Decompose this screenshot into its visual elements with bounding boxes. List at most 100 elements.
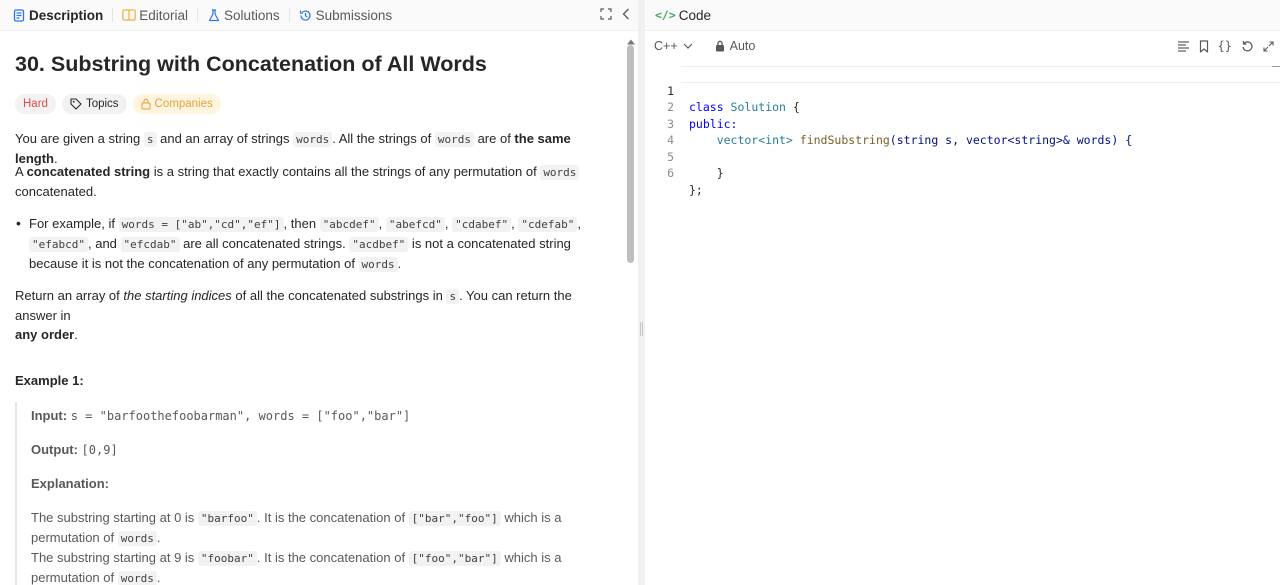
tab-editorial[interactable]: Editorial bbox=[122, 0, 188, 31]
text: . All the strings of bbox=[332, 131, 435, 146]
example-block: Input: s = "barfoothefoobarman", words =… bbox=[15, 402, 615, 585]
mode-label: Auto bbox=[729, 39, 756, 53]
example-title: Example 1: bbox=[15, 373, 84, 388]
tab-submissions-label: Submissions bbox=[315, 7, 393, 23]
text: is not a concatenated string bbox=[408, 236, 571, 251]
tab-divider bbox=[197, 8, 199, 22]
code-line: 1 class Solution { bbox=[645, 66, 1280, 114]
inline-code: words bbox=[434, 132, 474, 147]
input-label: Input: bbox=[31, 408, 68, 423]
text: . bbox=[397, 256, 402, 271]
text: permutation of bbox=[31, 530, 118, 545]
code-line: 4 bbox=[645, 116, 1280, 147]
text: . bbox=[74, 327, 78, 342]
italic-text: the starting indices bbox=[123, 288, 232, 303]
text: of all the concatenated substrings in bbox=[231, 288, 447, 303]
fullscreen-icon[interactable] bbox=[600, 7, 612, 25]
text: The substring starting at 9 is bbox=[31, 550, 198, 565]
difficulty-badge: Hard bbox=[15, 94, 56, 114]
topics-tag[interactable]: Topics bbox=[61, 94, 127, 114]
inline-code: "barfoo" bbox=[197, 511, 257, 526]
braces-icon[interactable]: {} bbox=[1218, 39, 1232, 53]
editor-actions: {} bbox=[1177, 32, 1274, 60]
text: . bbox=[156, 530, 161, 545]
code-text: }; bbox=[689, 182, 703, 197]
lock-icon bbox=[140, 98, 151, 110]
inline-code: words = ["ab","cd","ef"] bbox=[118, 217, 284, 232]
expand-icon[interactable] bbox=[1263, 40, 1274, 52]
inline-code: ["bar","foo"] bbox=[408, 511, 501, 526]
text: . bbox=[156, 570, 161, 585]
description-paragraph: A concatenated string is a string that e… bbox=[15, 162, 615, 201]
splitter-grip[interactable] bbox=[640, 322, 643, 336]
lock-icon bbox=[715, 40, 725, 52]
inline-code: words bbox=[117, 531, 157, 546]
text: , then bbox=[283, 216, 320, 231]
text: . It is the concatenation of bbox=[256, 550, 409, 565]
tab-description-label: Description bbox=[29, 7, 104, 23]
language-select[interactable]: C++ bbox=[654, 39, 693, 53]
tab-divider bbox=[112, 8, 114, 22]
text: which is a bbox=[500, 550, 562, 565]
editorial-icon bbox=[122, 8, 137, 22]
inline-code: ["foo","bar"] bbox=[408, 551, 501, 566]
auto-mode[interactable]: Auto bbox=[715, 39, 756, 53]
tab-description[interactable]: Description bbox=[12, 0, 103, 31]
text: is a string that exactly contains all th… bbox=[150, 164, 541, 179]
text: are all concatenated strings. bbox=[179, 236, 350, 251]
scrollbar-thumb[interactable] bbox=[627, 45, 634, 263]
bookmark-icon[interactable] bbox=[1199, 39, 1209, 53]
inline-code: words bbox=[117, 571, 157, 585]
inline-code: words bbox=[358, 257, 398, 272]
inline-code: "abcdef" bbox=[319, 217, 379, 232]
inline-code: words bbox=[293, 132, 333, 147]
code-icon: </> bbox=[655, 8, 676, 22]
tab-editorial-label: Editorial bbox=[139, 7, 189, 23]
panel-splitter[interactable] bbox=[638, 0, 645, 585]
line-number: 6 bbox=[667, 166, 674, 180]
example-output: Output: [0,9] bbox=[31, 440, 571, 460]
code-panel: </> Code C++ Auto {} 1 class Solution {… bbox=[645, 0, 1280, 585]
text: Return an array of bbox=[15, 288, 124, 303]
inline-code: "abefcd" bbox=[385, 217, 445, 232]
companies-tag[interactable]: Companies bbox=[132, 94, 221, 114]
reset-icon[interactable] bbox=[1241, 40, 1254, 53]
inline-code: "efcdab" bbox=[120, 237, 180, 252]
description-panel: Description Editorial Solutions Submissi… bbox=[0, 0, 638, 585]
tab-solutions[interactable]: Solutions bbox=[207, 0, 280, 31]
text: permutation of bbox=[31, 570, 118, 585]
tab-submissions[interactable]: Submissions bbox=[299, 0, 393, 31]
tag-icon bbox=[70, 98, 82, 110]
code-line: 6 }; bbox=[645, 149, 1280, 197]
bold-text: concatenated string bbox=[26, 164, 151, 179]
chevron-down-icon bbox=[683, 43, 693, 49]
companies-label: Companies bbox=[154, 98, 213, 110]
inline-code: "cdefab" bbox=[518, 217, 578, 232]
code-line: 3 vector<int> findSubstring(string s, ve… bbox=[645, 99, 1280, 148]
text: because it is not the concatenation of a… bbox=[29, 256, 359, 271]
scroll-up-arrow[interactable] bbox=[626, 33, 636, 45]
tab-divider bbox=[288, 8, 290, 22]
inline-code: "foobar" bbox=[197, 551, 257, 566]
bullet: • bbox=[16, 215, 21, 231]
inline-code: words bbox=[540, 165, 580, 180]
format-icon[interactable] bbox=[1177, 40, 1190, 52]
description-icon bbox=[12, 8, 26, 22]
problem-title: 30. Substring with Concatenation of All … bbox=[15, 52, 487, 76]
code-editor[interactable]: 1 class Solution { 2 public: 3 vector<in… bbox=[645, 66, 1280, 585]
text: The substring starting at 0 is bbox=[31, 510, 198, 525]
explanation-label: Explanation: bbox=[31, 476, 110, 491]
bold-text: any order bbox=[15, 327, 75, 342]
example-explanation-label: Explanation: bbox=[31, 474, 571, 493]
inline-code: "acdbef" bbox=[349, 237, 409, 252]
description-paragraph: Return an array of the starting indices … bbox=[15, 286, 615, 344]
problem-tags: Hard Topics Companies bbox=[15, 94, 221, 114]
collapse-icon[interactable] bbox=[622, 7, 630, 25]
editor-toolbar: C++ Auto {} bbox=[645, 32, 1280, 60]
text: A bbox=[15, 164, 27, 179]
topics-label: Topics bbox=[85, 98, 119, 110]
inline-code: s bbox=[143, 132, 157, 147]
submissions-icon bbox=[299, 8, 313, 22]
output-value: [0,9] bbox=[81, 443, 118, 457]
text: and an array of strings bbox=[156, 131, 294, 146]
